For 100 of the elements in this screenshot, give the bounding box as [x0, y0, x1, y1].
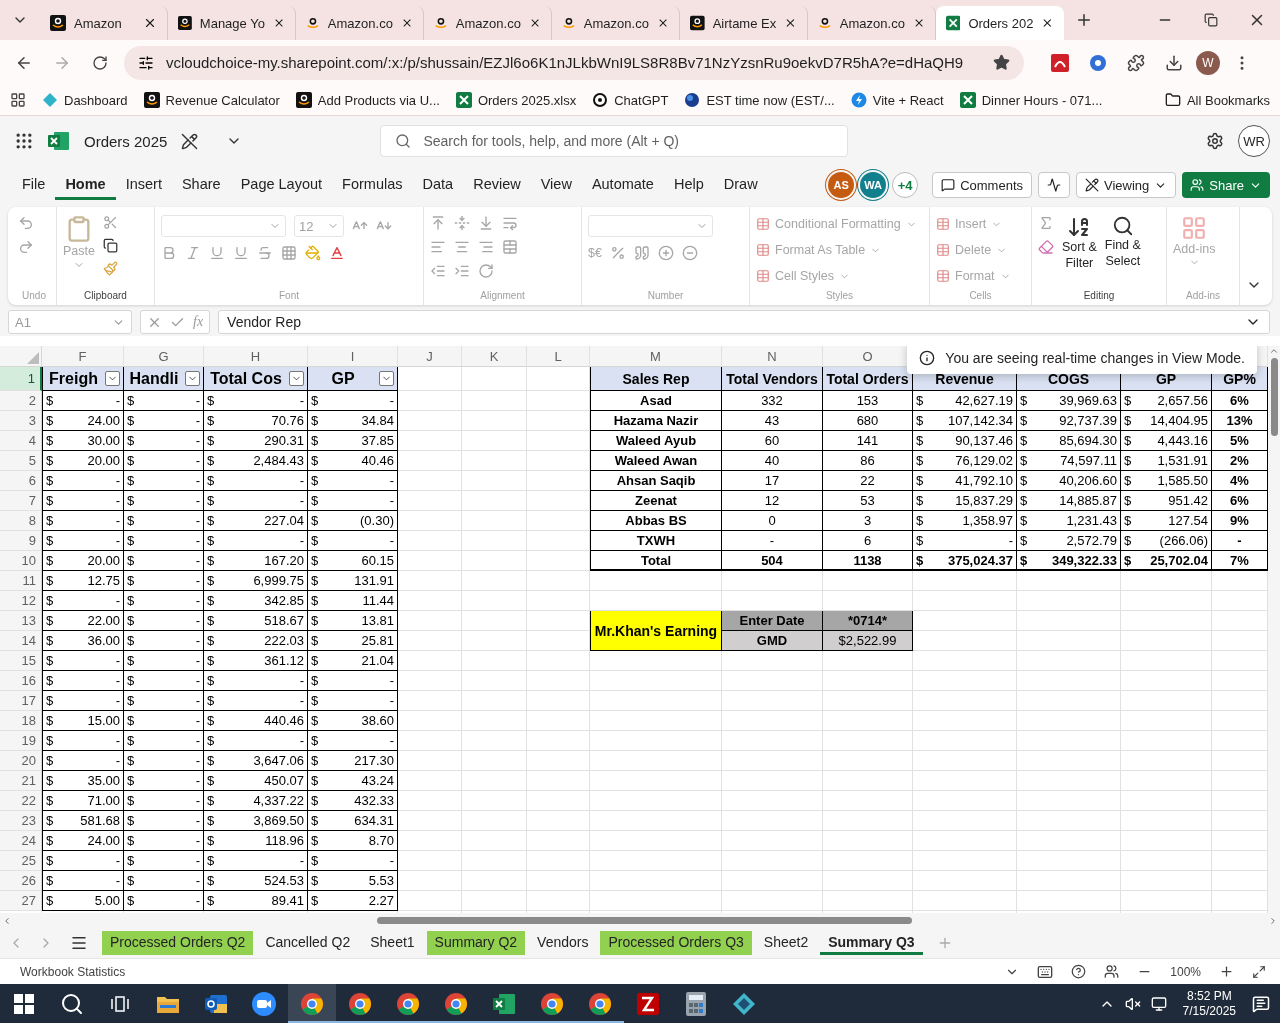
eraser-icon[interactable]	[1038, 239, 1054, 255]
bookmark-link[interactable]: Dinner Hours - 071...	[959, 92, 1103, 108]
ribbon-button[interactable]: Sort & Filter	[1062, 215, 1097, 290]
row-header[interactable]: 27	[0, 891, 42, 911]
row-header[interactable]: 9	[0, 531, 42, 551]
sheet-list-icon[interactable]	[70, 934, 88, 952]
workbook-statistics[interactable]: Workbook Statistics	[20, 964, 126, 979]
row-header[interactable]: 14	[0, 631, 42, 651]
sheet-tab[interactable]: Vendors	[529, 931, 597, 955]
spreadsheet-icon[interactable]	[492, 992, 516, 1015]
row-header[interactable]: 2	[0, 391, 42, 411]
row-header[interactable]: 25	[0, 851, 42, 871]
row-header[interactable]: 15	[0, 651, 42, 671]
filter-button[interactable]	[289, 371, 304, 386]
browser-icon[interactable]	[300, 991, 324, 1016]
extensions-icon[interactable]	[1127, 53, 1145, 72]
comments-button[interactable]: Comments	[932, 172, 1032, 198]
zoom-in-icon[interactable]	[1219, 964, 1234, 979]
formula-field[interactable]: Vendor Rep	[218, 310, 1270, 334]
windows-icon[interactable]	[14, 993, 34, 1014]
taskbar-button[interactable]	[288, 984, 336, 1023]
diamond-icon[interactable]	[732, 991, 756, 1016]
browser-tab[interactable]: Orders 202	[936, 6, 1064, 40]
row-header[interactable]: 11	[0, 571, 42, 591]
bookmark-link[interactable]: Vite + React	[850, 92, 944, 108]
row-header[interactable]: 20	[0, 751, 42, 771]
filter-button[interactable]	[379, 371, 394, 386]
site-settings-icon[interactable]	[138, 54, 154, 71]
catch-up-button[interactable]	[1038, 172, 1070, 198]
muted-speaker-icon[interactable]	[1124, 995, 1141, 1012]
sheet-tab[interactable]: Summary Q3	[820, 931, 923, 955]
ribbon-tab[interactable]: File	[12, 170, 56, 200]
row-header[interactable]: 6	[0, 471, 42, 491]
zoom-level[interactable]: 100%	[1170, 964, 1201, 979]
ribbon-tab[interactable]: Review	[463, 170, 531, 200]
ribbon-tab[interactable]: Share	[171, 170, 231, 200]
scroll-up-icon[interactable]	[1269, 346, 1279, 356]
bookmark-link[interactable]: ChatGPT	[592, 92, 669, 108]
fullscreen-icon[interactable]	[1252, 964, 1266, 979]
scroll-thumb[interactable]	[377, 917, 912, 924]
font-name-field[interactable]	[161, 215, 286, 237]
close-icon[interactable]	[784, 16, 797, 30]
download-icon[interactable]	[1165, 53, 1183, 72]
row-header[interactable]: 19	[0, 731, 42, 751]
ribbon-tab[interactable]: Help	[663, 170, 714, 200]
ribbon-tab[interactable]: Automate	[581, 170, 664, 200]
bookmark-link[interactable]: Add Products via U...	[295, 92, 440, 108]
row-header[interactable]: 3	[0, 411, 42, 431]
sheet-tab[interactable]: Summary Q2	[426, 931, 526, 955]
share-button[interactable]: Share	[1182, 172, 1270, 198]
bookmark-link[interactable]: Orders 2025.xlsx	[455, 92, 577, 108]
clock[interactable]: 8:52 PM 7/15/2025	[1182, 988, 1236, 1019]
filter-button[interactable]	[105, 371, 120, 386]
ribbon-tab[interactable]: Home	[55, 170, 116, 200]
number-format-field[interactable]	[588, 215, 713, 237]
new-tab-icon[interactable]	[1075, 11, 1093, 29]
row-header[interactable]: 10	[0, 551, 42, 571]
close-icon[interactable]	[1041, 16, 1054, 30]
ribbon-tab[interactable]: Draw	[713, 170, 768, 200]
font-color-icon[interactable]	[329, 245, 345, 261]
ribbon-tab[interactable]: View	[530, 170, 582, 200]
row-header[interactable]: 16	[0, 671, 42, 691]
star-icon[interactable]	[993, 54, 1010, 71]
calculator-icon[interactable]	[686, 991, 706, 1016]
fill-color-icon[interactable]	[305, 245, 321, 261]
browser-icon[interactable]	[444, 991, 468, 1016]
collaborator-avatar[interactable]: AS	[828, 172, 855, 198]
row-header[interactable]: 22	[0, 791, 42, 811]
row-header[interactable]: 17	[0, 691, 42, 711]
row-header[interactable]: 26	[0, 871, 42, 891]
row-header[interactable]: 24	[0, 831, 42, 851]
sheet-tab[interactable]: Processed Orders Q3	[600, 931, 752, 955]
bookmark-link[interactable]: EST time now (EST/...	[684, 92, 835, 108]
row-header[interactable]: 12	[0, 591, 42, 611]
scroll-thumb[interactable]	[1270, 358, 1278, 436]
address-bar[interactable]: vcloudchoice-my.sharepoint.com/:x:/p/shussain/EZJl6o6K1nJLkbWnI9LS8R8Bv71NzYzsnRu9oekvD7R5hA?e=dHaQH9	[124, 45, 1024, 80]
collaborator-avatar[interactable]: WA	[860, 172, 887, 198]
browser-icon[interactable]	[588, 991, 612, 1016]
close-icon[interactable]	[143, 16, 157, 30]
profile-avatar[interactable]: W	[1196, 50, 1220, 75]
sheet-tab[interactable]: Cancelled Q2	[257, 931, 359, 955]
sheet-tab[interactable]: Processed Orders Q2	[102, 931, 254, 955]
bookmark-link[interactable]: Dashboard	[42, 92, 128, 108]
row-header[interactable]: 21	[0, 771, 42, 791]
sync-extension-icon[interactable]	[1089, 53, 1107, 72]
ribbon-tab[interactable]: Data	[412, 170, 464, 200]
apps-icon[interactable]	[10, 92, 26, 108]
scroll-left-icon[interactable]	[2, 915, 12, 926]
keyboard-icon[interactable]	[1037, 963, 1054, 980]
row-header[interactable]: 4	[0, 431, 42, 451]
row-header[interactable]: 5	[0, 451, 42, 471]
sheet-tab[interactable]: Sheet1	[362, 931, 423, 955]
all-bookmarks-link[interactable]: All Bookmarks	[1164, 92, 1270, 108]
more-collaborators[interactable]: +4	[892, 172, 919, 198]
search-icon[interactable]	[60, 991, 84, 1016]
row-header[interactable]: 8	[0, 511, 42, 531]
row-header[interactable]: 7	[0, 491, 42, 511]
browser-icon[interactable]	[396, 991, 420, 1016]
search-field[interactable]: Search for tools, help, and more (Alt + Q)	[380, 125, 849, 157]
video-call-icon[interactable]	[252, 991, 276, 1016]
